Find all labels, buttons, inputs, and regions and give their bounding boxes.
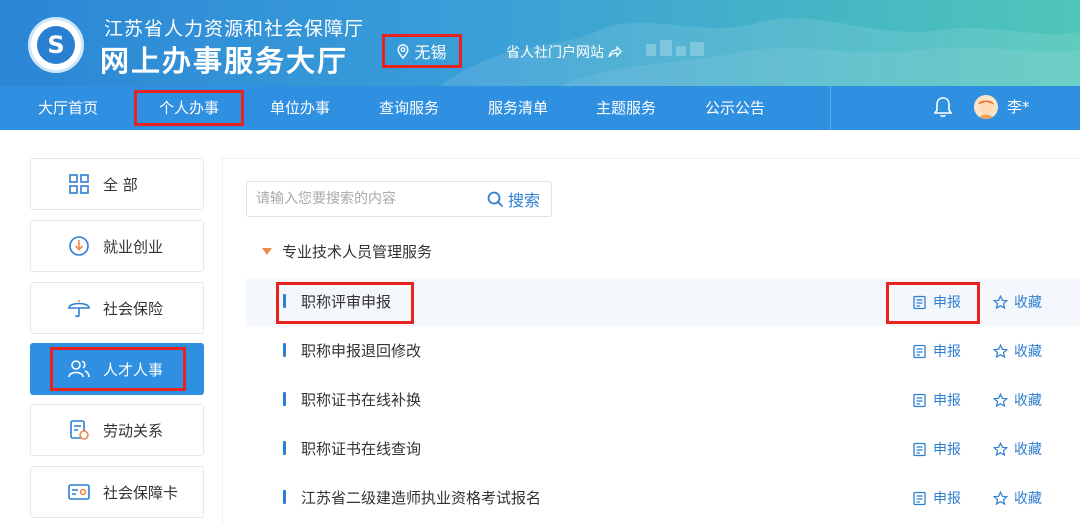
favorite-label: 收藏 bbox=[1014, 393, 1042, 409]
search-button-label: 搜索 bbox=[508, 191, 541, 210]
sidebar-item-label: 人才人事 bbox=[103, 360, 164, 379]
favorite-label: 收藏 bbox=[1014, 344, 1042, 360]
favorite-label: 收藏 bbox=[1014, 295, 1042, 311]
caret-down-icon bbox=[262, 248, 272, 255]
logo[interactable]: S bbox=[28, 17, 84, 73]
apply-button[interactable]: 申报 bbox=[912, 341, 961, 361]
service-name[interactable]: 职称证书在线查询 bbox=[301, 438, 421, 459]
row-marker bbox=[283, 441, 286, 455]
service-name[interactable]: 职称申报退回修改 bbox=[301, 340, 421, 361]
star-icon bbox=[993, 294, 1008, 309]
row-marker bbox=[283, 490, 286, 504]
apply-label: 申报 bbox=[933, 491, 961, 507]
sidebar-item-label: 社会保险 bbox=[103, 299, 164, 318]
form-icon bbox=[913, 442, 926, 456]
service-row[interactable]: 江苏省二级建造师执业资格考试报名 申报 收藏 bbox=[246, 474, 1080, 522]
hall-name: 网上办事服务大厅 bbox=[100, 44, 349, 78]
nav-item-notice[interactable]: 公示公告 bbox=[705, 86, 765, 130]
service-row[interactable]: 职称证书在线补换 申报 收藏 bbox=[246, 376, 1080, 424]
apply-label: 申报 bbox=[933, 442, 961, 458]
employment-icon bbox=[69, 236, 89, 256]
sidebar-item-employment[interactable]: 就业创业 bbox=[30, 220, 204, 272]
sidebar-item-label: 就业创业 bbox=[103, 237, 164, 256]
service-name[interactable]: 江苏省二级建造师执业资格考试报名 bbox=[301, 487, 541, 508]
star-icon bbox=[993, 392, 1008, 407]
form-icon bbox=[913, 393, 926, 407]
service-row[interactable]: 职称评审申报 申报 收藏 bbox=[246, 278, 1080, 326]
search-icon bbox=[487, 191, 504, 207]
sidebar-item-label: 全 部 bbox=[103, 175, 138, 194]
service-row[interactable]: 职称证书在线查询 申报 收藏 bbox=[246, 425, 1080, 473]
apply-label: 申报 bbox=[933, 295, 961, 311]
search-input[interactable] bbox=[247, 182, 477, 216]
form-icon bbox=[913, 491, 926, 505]
form-icon bbox=[913, 295, 926, 309]
apply-label: 申报 bbox=[933, 344, 961, 360]
row-marker bbox=[283, 343, 286, 357]
sidebar-item-labor[interactable]: 劳动关系 bbox=[30, 404, 204, 456]
portal-link[interactable]: 省人社门户网站 bbox=[506, 42, 622, 62]
grid-icon bbox=[69, 174, 89, 194]
city-decoration bbox=[646, 40, 704, 56]
category-title: 专业技术人员管理服务 bbox=[282, 243, 433, 261]
nav-item-query[interactable]: 查询服务 bbox=[379, 86, 439, 130]
favorite-button[interactable]: 收藏 bbox=[993, 292, 1042, 312]
user-avatar-icon bbox=[974, 95, 998, 119]
card-icon bbox=[68, 484, 90, 500]
search-button[interactable]: 搜索 bbox=[487, 182, 540, 216]
favorite-label: 收藏 bbox=[1014, 491, 1042, 507]
nav-item-personal[interactable]: 个人办事 bbox=[134, 90, 245, 126]
favorite-button[interactable]: 收藏 bbox=[993, 390, 1042, 410]
sidebar-item-talent[interactable]: 人才人事 bbox=[30, 343, 204, 395]
favorite-button[interactable]: 收藏 bbox=[993, 439, 1042, 459]
labor-icon bbox=[70, 420, 89, 440]
star-icon bbox=[993, 343, 1008, 358]
location-label: 无锡 bbox=[414, 43, 447, 62]
sidebar-item-label: 社会保障卡 bbox=[103, 483, 179, 502]
bell-icon[interactable] bbox=[934, 96, 952, 118]
sidebar-item-social-card[interactable]: 社会保障卡 bbox=[30, 466, 204, 518]
nav-item-home[interactable]: 大厅首页 bbox=[38, 86, 98, 130]
share-arrow-icon bbox=[608, 46, 622, 58]
org-name: 江苏省人力资源和社会保障厅 bbox=[104, 18, 365, 40]
category-header[interactable]: 专业技术人员管理服务 bbox=[262, 241, 432, 262]
nav-item-service-list[interactable]: 服务清单 bbox=[488, 86, 548, 130]
service-name[interactable]: 职称评审申报 bbox=[301, 291, 391, 312]
star-icon bbox=[993, 441, 1008, 456]
favorite-button[interactable]: 收藏 bbox=[993, 341, 1042, 361]
apply-button[interactable]: 申报 bbox=[912, 488, 961, 508]
apply-button[interactable]: 申报 bbox=[912, 390, 961, 410]
nav-item-theme[interactable]: 主题服务 bbox=[596, 86, 656, 130]
sidebar-item-social-insurance[interactable]: 社会保险 bbox=[30, 282, 204, 334]
location-selector[interactable]: 无锡 bbox=[382, 34, 462, 68]
nav-item-unit[interactable]: 单位办事 bbox=[270, 86, 330, 130]
talent-icon bbox=[68, 360, 90, 378]
apply-button[interactable]: 申报 bbox=[912, 292, 961, 312]
row-marker bbox=[283, 294, 286, 308]
apply-label: 申报 bbox=[933, 393, 961, 409]
form-icon bbox=[913, 344, 926, 358]
sidebar-item-label: 劳动关系 bbox=[103, 421, 164, 440]
favorite-label: 收藏 bbox=[1014, 442, 1042, 458]
service-row[interactable]: 职称申报退回修改 申报 收藏 bbox=[246, 327, 1080, 375]
user-name[interactable]: 李* bbox=[1007, 96, 1030, 117]
umbrella-icon bbox=[68, 300, 90, 318]
star-icon bbox=[993, 490, 1008, 505]
apply-button[interactable]: 申报 bbox=[912, 439, 961, 459]
avatar[interactable] bbox=[974, 95, 998, 119]
sidebar-item-all[interactable]: 全 部 bbox=[30, 158, 204, 210]
location-pin-icon bbox=[397, 43, 409, 59]
site-header: S 江苏省人力资源和社会保障厅 网上办事服务大厅 无锡 省人社门户网站 bbox=[0, 0, 1080, 86]
nav-divider bbox=[830, 86, 831, 130]
favorite-button[interactable]: 收藏 bbox=[993, 488, 1042, 508]
main-nav: 大厅首页 个人办事 单位办事 查询服务 服务清单 主题服务 公示公告 bbox=[0, 86, 1080, 130]
search-box: 搜索 bbox=[246, 181, 552, 217]
portal-link-label: 省人社门户网站 bbox=[506, 45, 604, 61]
service-name[interactable]: 职称证书在线补换 bbox=[301, 389, 421, 410]
row-marker bbox=[283, 392, 286, 406]
